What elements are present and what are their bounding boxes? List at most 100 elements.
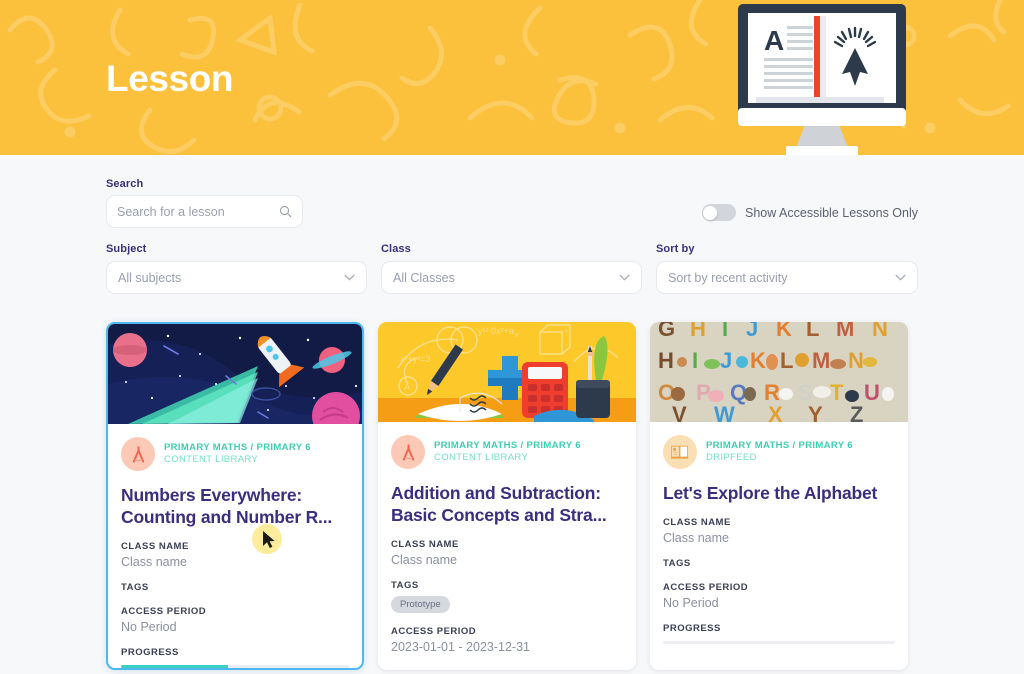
search-input[interactable] <box>117 204 279 219</box>
search-label: Search <box>106 178 144 190</box>
lesson-meta: PRIMARY MATHS / PRIMARY 6 CONTENT LIBRAR… <box>391 435 623 469</box>
progress-label: PROGRESS <box>121 647 179 659</box>
lesson-meta-text: PRIMARY MATHS / PRIMARY 6 DRIPFEED <box>706 440 853 464</box>
lesson-thumbnail-math: x²+y²=3 y¹² 0x²+a × A ÷ c <box>378 322 636 422</box>
filter-sort-by: Sort by Sort by recent activity <box>656 243 918 294</box>
svg-text:G: G <box>658 322 675 341</box>
open-book-icon <box>670 445 689 459</box>
subject-label: Subject <box>106 243 147 255</box>
lesson-meta-text: PRIMARY MATHS / PRIMARY 6 CONTENT LIBRAR… <box>434 440 581 464</box>
svg-text:H: H <box>658 348 674 373</box>
compass-icon <box>402 443 414 461</box>
page-header-banner: Lesson A <box>0 0 1024 155</box>
class-name-label: CLASS NAME <box>663 517 731 529</box>
svg-text:Z: Z <box>850 402 863 422</box>
search-icon <box>279 205 292 218</box>
lesson-title: Numbers Everywhere: Counting and Number … <box>121 485 333 528</box>
progress-bar <box>121 665 349 669</box>
accessible-lessons-toggle[interactable]: Show Accessible Lessons Only <box>701 204 918 221</box>
filter-subject: Subject All subjects <box>106 243 367 294</box>
cursor-arrow-icon <box>263 531 275 548</box>
svg-text:M: M <box>812 348 830 373</box>
class-name-label: CLASS NAME <box>121 541 189 553</box>
compass-icon <box>132 445 144 463</box>
avatar <box>391 435 425 469</box>
access-period-label: ACCESS PERIOD <box>663 582 749 594</box>
chevron-down-icon <box>895 274 906 281</box>
svg-text:M: M <box>836 322 854 341</box>
toggle-switch[interactable] <box>701 204 736 221</box>
lesson-meta: PRIMARY MATHS / PRIMARY 6 CONTENT LIBRAR… <box>121 437 349 471</box>
svg-text:U: U <box>864 380 880 405</box>
svg-text:I: I <box>692 348 698 373</box>
monitor-illustration: A <box>738 4 906 155</box>
svg-text:W: W <box>714 402 735 422</box>
lesson-card-grid: PRIMARY MATHS / PRIMARY 6 CONTENT LIBRAR… <box>106 322 908 671</box>
lesson-card[interactable]: x²+y²=3 y¹² 0x²+a × A ÷ c <box>378 322 636 671</box>
lesson-card-body: PRIMARY MATHS / PRIMARY 6 DRIPFEED Let's… <box>650 422 908 645</box>
subject-select[interactable]: All subjects <box>106 261 367 294</box>
class-label: Class <box>381 243 411 255</box>
subject-value: All subjects <box>118 270 182 285</box>
lesson-source: CONTENT LIBRARY <box>164 454 259 465</box>
access-period-value: No Period <box>663 596 719 611</box>
svg-text:I: I <box>722 322 728 341</box>
access-period-value: No Period <box>121 620 177 635</box>
svg-text:T: T <box>830 380 844 405</box>
svg-text:N: N <box>848 348 864 373</box>
svg-text:x²+y²=3: x²+y²=3 <box>400 354 431 364</box>
lesson-thumbnail-alphabet: G H I J K L M N H I J K L M N O P Q R S … <box>650 322 908 422</box>
svg-text:L: L <box>780 348 793 373</box>
svg-text:K: K <box>776 322 792 341</box>
lesson-meta-text: PRIMARY MATHS / PRIMARY 6 CONTENT LIBRAR… <box>164 442 311 466</box>
class-name-value: Class name <box>121 555 187 570</box>
lesson-card[interactable]: PRIMARY MATHS / PRIMARY 6 CONTENT LIBRAR… <box>106 322 364 671</box>
svg-text:V: V <box>672 402 687 422</box>
lesson-source: DRIPFEED <box>706 452 757 463</box>
sort-by-select[interactable]: Sort by recent activity <box>656 261 918 294</box>
class-name-value: Class name <box>391 553 457 568</box>
svg-text:Y: Y <box>808 402 823 422</box>
class-select[interactable]: All Classes <box>381 261 642 294</box>
page-title: Lesson <box>106 58 234 99</box>
lesson-source: CONTENT LIBRARY <box>434 452 529 463</box>
svg-text:P: P <box>696 380 711 405</box>
lesson-meta: PRIMARY MATHS / PRIMARY 6 DRIPFEED <box>663 435 895 469</box>
svg-text:L: L <box>806 322 819 341</box>
search-input-wrapper[interactable] <box>106 195 303 228</box>
svg-text:A: A <box>764 25 784 56</box>
svg-text:H: H <box>690 322 706 341</box>
progress-bar <box>663 641 895 645</box>
svg-text:J: J <box>720 348 732 373</box>
svg-text:X: X <box>768 402 783 422</box>
lesson-card[interactable]: G H I J K L M N H I J K L M N O P Q R S … <box>650 322 908 671</box>
chevron-down-icon <box>344 274 355 281</box>
lesson-course: PRIMARY MATHS / PRIMARY 6 <box>706 440 853 452</box>
filter-class: Class All Classes <box>381 243 642 294</box>
lesson-thumbnail-space <box>108 324 362 424</box>
class-value: All Classes <box>393 270 455 285</box>
tag-chip[interactable]: Prototype <box>391 596 450 614</box>
avatar <box>121 437 155 471</box>
lesson-course: PRIMARY MATHS / PRIMARY 6 <box>164 442 311 454</box>
toggle-knob <box>703 205 718 220</box>
lesson-card-body: PRIMARY MATHS / PRIMARY 6 CONTENT LIBRAR… <box>378 422 636 654</box>
access-period-label: ACCESS PERIOD <box>121 606 207 618</box>
lesson-title: Addition and Subtraction: Basic Concepts… <box>391 483 607 526</box>
tags-label: TAGS <box>121 582 149 594</box>
tags-label: TAGS <box>391 580 419 592</box>
toggle-label: Show Accessible Lessons Only <box>744 205 918 220</box>
class-name-label: CLASS NAME <box>391 539 459 551</box>
avatar <box>663 435 697 469</box>
svg-text:J: J <box>746 322 758 341</box>
svg-text:×: × <box>514 330 519 340</box>
tags-label: TAGS <box>663 558 691 570</box>
svg-text:y¹² 0x²+a: y¹² 0x²+a <box>478 326 514 336</box>
svg-text:÷: ÷ <box>564 326 569 336</box>
class-name-value: Class name <box>663 531 729 546</box>
svg-text:K: K <box>750 348 766 373</box>
lesson-course: PRIMARY MATHS / PRIMARY 6 <box>434 440 581 452</box>
mouse-cursor <box>252 524 282 554</box>
chevron-down-icon <box>619 274 630 281</box>
svg-text:N: N <box>872 322 888 341</box>
